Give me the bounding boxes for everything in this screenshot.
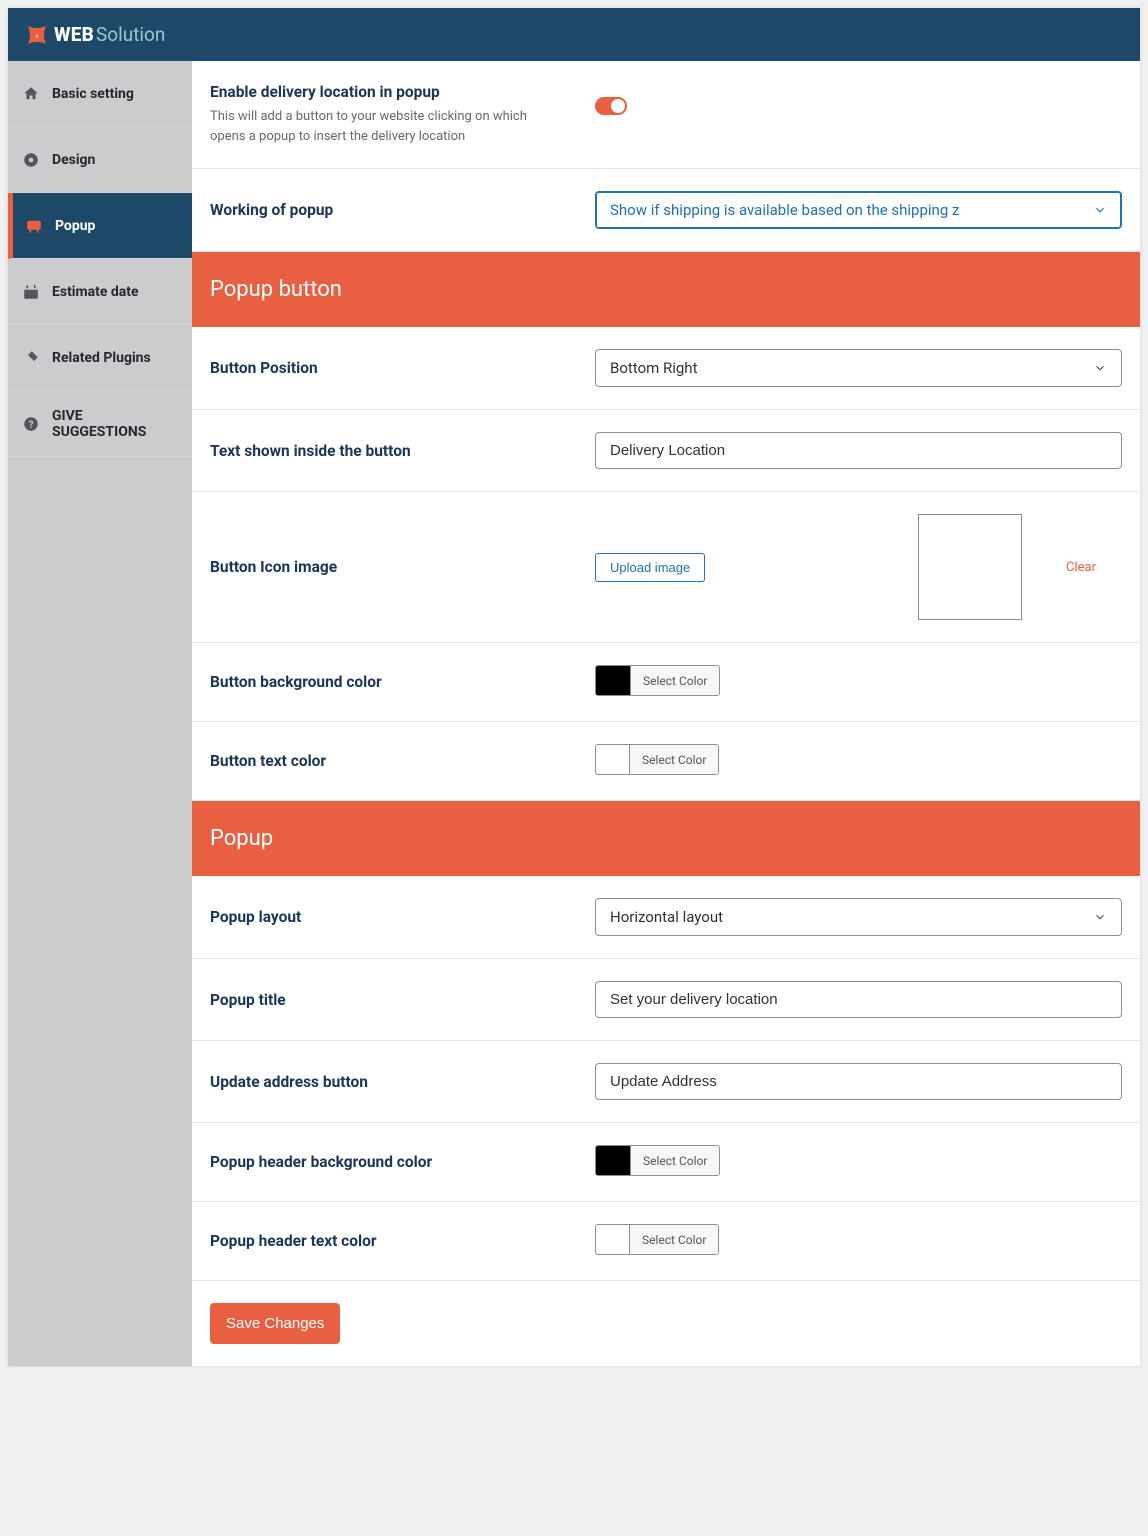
button-icon-label: Button Icon image	[210, 558, 595, 576]
button-text-color-label: Button text color	[210, 752, 595, 770]
popup-header-bg-color-picker[interactable]: Select Color	[595, 1145, 720, 1176]
chevron-down-icon	[1093, 361, 1107, 375]
color-swatch	[596, 666, 630, 695]
sidebar-item-label: Basic setting	[52, 86, 134, 102]
color-swatch	[596, 1146, 630, 1175]
enable-delivery-desc: This will add a button to your website c…	[210, 107, 560, 146]
sidebar-item-related-plugins[interactable]: Related Plugins	[8, 325, 192, 391]
home-icon	[22, 85, 40, 103]
button-text-input[interactable]	[595, 432, 1122, 469]
brand-logo: π WEB Solution	[22, 20, 165, 50]
sidebar-item-label: Related Plugins	[52, 350, 151, 366]
upload-image-button[interactable]: Upload image	[595, 553, 705, 582]
brand-web: WEB	[54, 23, 94, 46]
sidebar-item-label: GIVE SUGGESTIONS	[52, 408, 178, 440]
select-color-button[interactable]: Select Color	[630, 745, 718, 774]
color-swatch	[596, 745, 630, 774]
button-text-label: Text shown inside the button	[210, 442, 595, 460]
sidebar-item-design[interactable]: Design	[8, 127, 192, 193]
popup-icon	[25, 217, 43, 235]
clear-icon-link[interactable]: Clear	[1066, 560, 1096, 575]
sidebar-item-basic-setting[interactable]: Basic setting	[8, 61, 192, 127]
group-header-popup-button: Popup button	[192, 252, 1140, 327]
chevron-down-icon	[1093, 910, 1107, 924]
brand-solution: Solution	[96, 23, 165, 46]
popup-header-bg-label: Popup header background color	[210, 1153, 595, 1171]
update-address-label: Update address button	[210, 1073, 595, 1091]
enable-delivery-title: Enable delivery location in popup	[210, 83, 595, 101]
select-color-button[interactable]: Select Color	[630, 1146, 719, 1175]
icon-image-preview	[918, 514, 1022, 620]
select-color-button[interactable]: Select Color	[630, 666, 719, 695]
popup-layout-label: Popup layout	[210, 908, 595, 926]
color-swatch	[596, 1225, 630, 1254]
top-bar: π WEB Solution	[8, 8, 1140, 61]
popup-header-text-color-picker[interactable]: Select Color	[595, 1224, 719, 1255]
popup-title-input[interactable]	[595, 981, 1122, 1018]
sidebar-item-label: Design	[52, 152, 95, 168]
button-position-select[interactable]: Bottom Right	[595, 349, 1122, 387]
working-of-popup-value: Show if shipping is available based on t…	[610, 201, 959, 219]
popup-layout-select[interactable]: Horizontal layout	[595, 898, 1122, 936]
button-position-value: Bottom Right	[610, 359, 697, 377]
sidebar-item-label: Estimate date	[52, 284, 139, 300]
calendar-icon	[22, 283, 40, 301]
button-text-color-picker[interactable]: Select Color	[595, 744, 719, 775]
sidebar-item-label: Popup	[55, 218, 95, 234]
button-bg-color-label: Button background color	[210, 673, 595, 691]
group-header-popup: Popup	[192, 801, 1140, 876]
update-address-input[interactable]	[595, 1063, 1122, 1100]
sidebar: Basic setting Design Popup Estimate date…	[8, 61, 192, 1366]
working-of-popup-select[interactable]: Show if shipping is available based on t…	[595, 191, 1122, 229]
settings-content: Enable delivery location in popup This w…	[192, 61, 1140, 1366]
palette-icon	[22, 151, 40, 169]
save-changes-button[interactable]: Save Changes	[210, 1303, 340, 1344]
select-color-button[interactable]: Select Color	[630, 1225, 718, 1254]
plug-icon	[22, 349, 40, 367]
logo-icon: π	[22, 20, 52, 50]
question-icon: ?	[22, 415, 40, 433]
popup-header-text-label: Popup header text color	[210, 1232, 595, 1250]
sidebar-item-give-suggestions[interactable]: ? GIVE SUGGESTIONS	[8, 391, 192, 457]
working-of-popup-label: Working of popup	[210, 201, 595, 219]
enable-delivery-toggle[interactable]	[595, 97, 627, 115]
svg-text:?: ?	[29, 419, 34, 430]
sidebar-item-estimate-date[interactable]: Estimate date	[8, 259, 192, 325]
chevron-down-icon	[1093, 203, 1107, 217]
popup-layout-value: Horizontal layout	[610, 908, 723, 926]
button-bg-color-picker[interactable]: Select Color	[595, 665, 720, 696]
popup-title-label: Popup title	[210, 991, 595, 1009]
button-position-label: Button Position	[210, 359, 595, 377]
sidebar-item-popup[interactable]: Popup	[8, 193, 192, 259]
